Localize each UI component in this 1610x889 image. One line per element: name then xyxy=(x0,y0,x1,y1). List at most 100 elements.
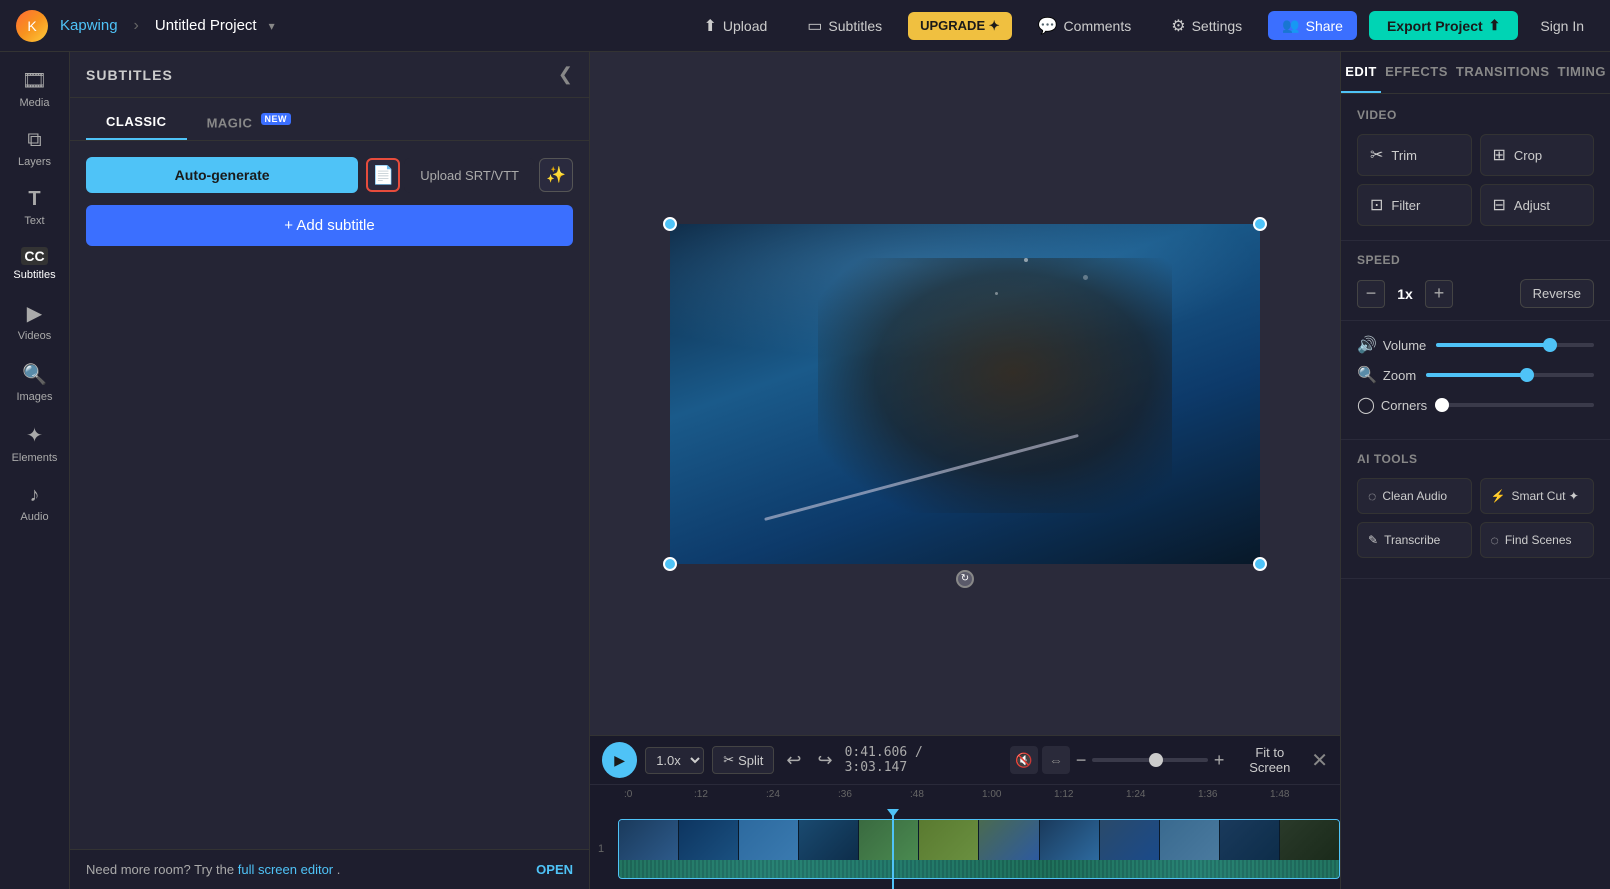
tab-edit[interactable]: EDIT xyxy=(1341,52,1381,93)
zoom-controls: 🔇 ⇔ − + Fit to Screen ✕ xyxy=(1010,745,1328,775)
handle-rotate[interactable]: ↻ xyxy=(956,570,974,588)
speed-select[interactable]: 1.0x 0.5x 2.0x xyxy=(645,747,704,774)
smart-cut-button[interactable]: ⚡ Smart Cut ✦ xyxy=(1480,478,1595,514)
share-button[interactable]: 👥 Share xyxy=(1268,11,1357,40)
redo-button[interactable]: ↪ xyxy=(813,746,836,775)
sidebar-item-videos[interactable]: ▶ Videos xyxy=(5,293,65,350)
panel-content: Auto-generate 📄 Upload SRT/VTT ✨ + Add s… xyxy=(70,141,589,262)
zoom-in-button[interactable]: + xyxy=(1214,750,1225,771)
volume-thumb[interactable] xyxy=(1543,338,1557,352)
fit-to-screen-button[interactable]: Fit to Screen xyxy=(1234,745,1305,775)
upload-button[interactable]: ⬆ Upload xyxy=(690,10,782,42)
sidebar-item-elements[interactable]: ✦ Elements xyxy=(5,415,65,472)
upload-srt-icon-button[interactable]: 📄 xyxy=(366,158,400,192)
settings-icon: ⚙ xyxy=(1171,16,1185,36)
upload-icon: ⬆ xyxy=(704,16,717,36)
handle-bottom-right[interactable] xyxy=(1253,557,1267,571)
speed-section: SPEED − 1x + Reverse xyxy=(1341,241,1610,321)
project-title[interactable]: Untitled Project xyxy=(155,17,257,34)
settings-button[interactable]: ⚙ Settings xyxy=(1157,10,1256,42)
ruler-mark-4: :48 xyxy=(910,789,924,800)
tab-classic[interactable]: CLASSIC xyxy=(86,106,187,140)
handle-top-left[interactable] xyxy=(663,217,677,231)
add-subtitle-button[interactable]: + Add subtitle xyxy=(86,205,573,246)
panel-notice: Need more room? Try the full screen edit… xyxy=(70,849,589,889)
corners-slider-row: ◯ Corners xyxy=(1357,395,1594,415)
zoom-out-button[interactable]: − xyxy=(1076,750,1087,771)
subtitle-action-row: Auto-generate 📄 Upload SRT/VTT ✨ xyxy=(86,157,573,193)
open-editor-button[interactable]: OPEN xyxy=(536,862,573,877)
filter-icon: ⊡ xyxy=(1370,195,1383,215)
speed-controls: − 1x + Reverse xyxy=(1357,279,1594,308)
sidebar-item-media[interactable]: 🎞 Media xyxy=(5,60,65,117)
play-icon: ▶ xyxy=(614,752,625,769)
speed-decrease-button[interactable]: − xyxy=(1357,280,1385,308)
video-strip[interactable] xyxy=(618,819,1340,879)
playhead[interactable] xyxy=(892,809,894,889)
corners-slider[interactable] xyxy=(1437,403,1594,407)
sidebar-item-subtitles[interactable]: CC Subtitles xyxy=(5,239,65,289)
corners-label: ◯ Corners xyxy=(1357,395,1427,415)
tab-timing[interactable]: TIMING xyxy=(1554,52,1610,93)
ai-tools-row-1: ◌ Clean Audio ⚡ Smart Cut ✦ xyxy=(1357,478,1594,514)
audio-balance-icon[interactable]: ⇔ xyxy=(1042,746,1070,774)
auto-generate-button[interactable]: Auto-generate xyxy=(86,157,358,193)
tab-effects[interactable]: EFFECTS xyxy=(1381,52,1452,93)
zoom-slider-row: 🔍 Zoom xyxy=(1357,365,1594,385)
trim-button[interactable]: ✂ Trim xyxy=(1357,134,1472,176)
elements-icon: ✦ xyxy=(26,423,43,448)
ai-tools-row-2: ✎ Transcribe ◌ Find Scenes xyxy=(1357,522,1594,558)
sidebar-item-text[interactable]: T Text xyxy=(5,180,65,235)
brand-link[interactable]: Kapwing xyxy=(60,17,118,34)
timeline-time: 0:41.606 / 3:03.147 xyxy=(845,745,990,775)
magic-subtitle-button[interactable]: ✨ xyxy=(539,158,573,192)
zoom-thumb[interactable] xyxy=(1520,368,1534,382)
images-icon: 🔍 xyxy=(22,362,47,387)
handle-bottom-left[interactable] xyxy=(663,557,677,571)
zoom-slider-track[interactable] xyxy=(1426,373,1594,377)
mute-icon[interactable]: 🔇 xyxy=(1010,746,1038,774)
new-badge: NEW xyxy=(261,113,292,125)
speed-increase-button[interactable]: + xyxy=(1425,280,1453,308)
close-timeline-button[interactable]: ✕ xyxy=(1311,748,1328,773)
project-dropdown-icon[interactable]: ▾ xyxy=(269,19,275,33)
upload-srt-button[interactable]: Upload SRT/VTT xyxy=(404,158,535,193)
export-icon: ⬆ xyxy=(1489,17,1501,34)
crop-icon: ⊞ xyxy=(1493,145,1506,165)
ruler-mark-7: 1:24 xyxy=(1126,789,1145,800)
sidebar-item-images[interactable]: 🔍 Images xyxy=(5,354,65,411)
speed-section-title: SPEED xyxy=(1357,253,1594,267)
timeline-ruler: :0 :12 :24 :36 :48 1:00 1:12 1:24 1:36 1… xyxy=(590,785,1340,809)
crop-button[interactable]: ⊞ Crop xyxy=(1480,134,1595,176)
clean-audio-button[interactable]: ◌ Clean Audio xyxy=(1357,478,1472,514)
tab-transitions[interactable]: TRANSITIONS xyxy=(1452,52,1554,93)
sidebar-item-layers[interactable]: ⧉ Layers xyxy=(5,121,65,176)
find-scenes-icon: ◌ xyxy=(1491,532,1499,548)
subtitles-nav-button[interactable]: ▭ Subtitles xyxy=(793,10,896,42)
adjust-button[interactable]: ⊟ Adjust xyxy=(1480,184,1595,226)
signin-button[interactable]: Sign In xyxy=(1530,12,1594,40)
video-preview[interactable]: ↻ xyxy=(670,224,1260,564)
handle-top-right[interactable] xyxy=(1253,217,1267,231)
reverse-button[interactable]: Reverse xyxy=(1520,279,1594,308)
magic-icon: ✨ xyxy=(546,165,566,185)
export-button[interactable]: Export Project ⬆ xyxy=(1369,11,1518,40)
transcribe-button[interactable]: ✎ Transcribe xyxy=(1357,522,1472,558)
find-scenes-button[interactable]: ◌ Find Scenes xyxy=(1480,522,1595,558)
filter-button[interactable]: ⊡ Filter xyxy=(1357,184,1472,226)
volume-slider[interactable] xyxy=(1436,343,1594,347)
zoom-icon: 🔍 xyxy=(1357,365,1377,385)
undo-button[interactable]: ↩ xyxy=(782,746,805,775)
comments-button[interactable]: 💬 Comments xyxy=(1024,10,1146,42)
adjust-icon: ⊟ xyxy=(1493,195,1506,215)
tab-magic[interactable]: MAGIC NEW xyxy=(187,106,311,140)
panel-close-button[interactable]: ❮ xyxy=(558,64,573,85)
sidebar-item-audio[interactable]: ♪ Audio xyxy=(5,476,65,531)
upgrade-button[interactable]: UPGRADE ✦ xyxy=(908,12,1012,40)
corners-thumb[interactable] xyxy=(1435,398,1449,412)
zoom-slider[interactable] xyxy=(1092,758,1207,762)
full-screen-editor-link[interactable]: full screen editor xyxy=(238,862,333,877)
play-button[interactable]: ▶ xyxy=(602,742,637,778)
transcribe-icon: ✎ xyxy=(1368,533,1378,547)
split-button[interactable]: ✂ Split xyxy=(712,746,774,774)
